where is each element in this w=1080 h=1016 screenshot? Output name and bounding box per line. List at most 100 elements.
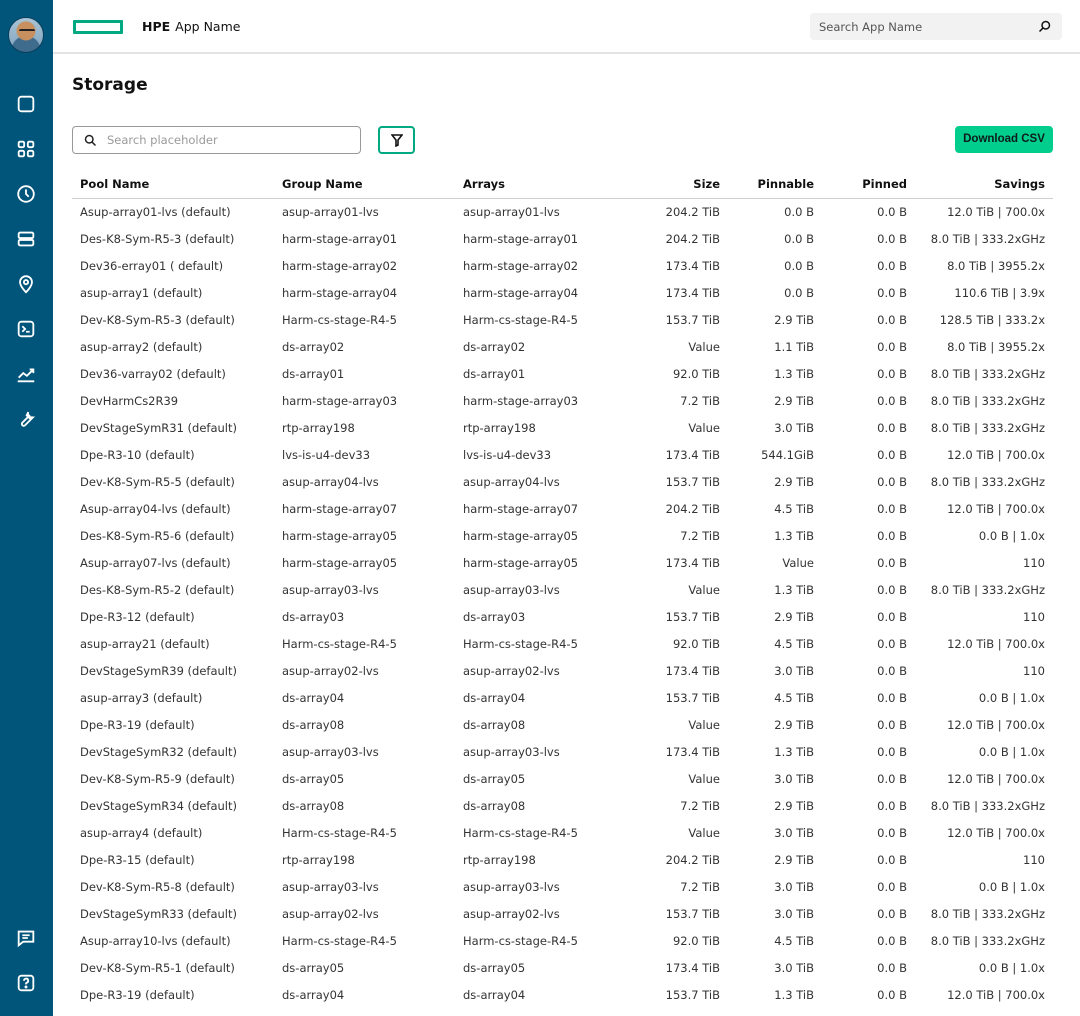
pool-name-cell: DevStageSymR31 (default) bbox=[80, 420, 237, 435]
size-cell: 153.7 TiB bbox=[665, 609, 720, 624]
pinnable-cell: 1.3 TiB bbox=[774, 528, 814, 543]
table-row[interactable]: Dpe-R3-19 (default) ds-array08 ds-array08 V… bbox=[72, 711, 1053, 738]
size-cell: Value bbox=[688, 771, 720, 786]
table-row[interactable]: Des-K8-Sym-R5-3 (default) harm-stage-arra… bbox=[72, 225, 1053, 252]
pool-name-cell: Dpe-R3-12 (default) bbox=[80, 609, 195, 624]
pinned-cell: 0.0 B bbox=[877, 501, 907, 516]
savings-cell: 8.0 TiB | 333.2xGHz bbox=[930, 231, 1045, 246]
size-cell: 7.2 TiB bbox=[680, 879, 720, 894]
square-icon[interactable] bbox=[15, 93, 37, 115]
table-row[interactable]: Asup-array04-lvs (default) harm-stage-arr… bbox=[72, 495, 1053, 522]
app-search-field[interactable]: Search App Name bbox=[810, 13, 1062, 40]
table-row[interactable]: Dpe-R3-12 (default) ds-array03 ds-array03 1… bbox=[72, 603, 1053, 630]
table-row[interactable]: Dev-K8-Sym-R5-3 (default) Harm-cs-stage-R… bbox=[72, 306, 1053, 333]
pool-name-cell: DevHarmCs2R39 bbox=[80, 393, 179, 408]
size-cell: 173.4 TiB bbox=[665, 744, 720, 759]
download-csv-button[interactable]: Download CSV bbox=[955, 126, 1053, 153]
help-icon[interactable] bbox=[15, 972, 37, 994]
filter-button[interactable] bbox=[378, 126, 415, 154]
filter-icon bbox=[391, 134, 403, 147]
table-row[interactable]: asup-array4 (default) Harm-cs-stage-R4-5 H… bbox=[72, 819, 1053, 846]
chat-icon[interactable] bbox=[15, 927, 37, 949]
group-name-cell: harm-stage-array02 bbox=[282, 258, 398, 273]
savings-cell: 8.0 TiB | 333.2xGHz bbox=[930, 420, 1045, 435]
table-row[interactable]: Asup-array07-lvs (default) harm-stage-arr… bbox=[72, 549, 1053, 576]
group-name-cell: rtp-array198 bbox=[282, 852, 355, 867]
table-row[interactable]: Dev36-erray01 ( default) harm-stage-array… bbox=[72, 252, 1053, 279]
table-row[interactable]: DevHarmCs2R39 harm-stage-array03 harm-stag… bbox=[72, 387, 1053, 414]
table-row[interactable]: Dpe-R3-10 (default) lvs-is-u4-dev33 lvs-is… bbox=[72, 441, 1053, 468]
savings-cell: 8.0 TiB | 333.2xGHz bbox=[930, 393, 1045, 408]
size-cell: 153.7 TiB bbox=[665, 474, 720, 489]
table-row[interactable]: Dpe-R3-19 (default) ds-array04 ds-array04 1… bbox=[72, 981, 1053, 1008]
size-cell: 204.2 TiB bbox=[665, 852, 720, 867]
column-header-size[interactable]: Size bbox=[635, 171, 728, 199]
table-row[interactable]: DevStageSymR32 (default) asup-array03-lvs… bbox=[72, 738, 1053, 765]
column-header-pinnable[interactable]: Pinnable bbox=[728, 171, 822, 199]
pool-name-cell: asup-array3 (default) bbox=[80, 690, 203, 705]
pinnable-cell: 4.5 TiB bbox=[774, 501, 814, 516]
table-row[interactable]: Dev-K8-Sym-R5-1 (default) ds-array05 ds-ar… bbox=[72, 954, 1053, 981]
group-name-cell: asup-array03-lvs bbox=[282, 879, 379, 894]
savings-cell: 8.0 TiB | 333.2xGHz bbox=[930, 474, 1045, 489]
group-name-cell: ds-array05 bbox=[282, 771, 345, 786]
table-row[interactable]: Dev36-varray02 (default) ds-array01 ds-arr… bbox=[72, 360, 1053, 387]
column-header-savings[interactable]: Savings bbox=[915, 171, 1053, 199]
table-row[interactable]: Des-K8-Sym-R5-6 (default) harm-stage-arra… bbox=[72, 522, 1053, 549]
table-row[interactable]: Des-K8-Sym-R5-2 (default) asup-array03-lv… bbox=[72, 576, 1053, 603]
group-name-cell: ds-array03 bbox=[282, 609, 345, 624]
hpe-logo[interactable] bbox=[73, 20, 123, 34]
pinned-cell: 0.0 B bbox=[877, 933, 907, 948]
pinnable-cell: 3.0 TiB bbox=[774, 663, 814, 678]
arrays-cell: asup-array02-lvs bbox=[463, 663, 560, 678]
table-row[interactable]: Asup-array10-lvs (default) Harm-cs-stage-… bbox=[72, 927, 1053, 954]
group-name-cell: harm-stage-array05 bbox=[282, 528, 398, 543]
column-header-arrays[interactable]: Arrays bbox=[455, 171, 635, 199]
table-row[interactable]: DevStageSymR31 (default) rtp-array198 rtp-… bbox=[72, 414, 1053, 441]
table-row[interactable]: asup-array21 (default) Harm-cs-stage-R4-5… bbox=[72, 630, 1053, 657]
arrays-cell: Harm-cs-stage-R4-5 bbox=[463, 312, 578, 327]
table-row[interactable]: DevStageSymR39 (default) asup-array02-lvs… bbox=[72, 657, 1053, 684]
terminal-icon[interactable] bbox=[15, 318, 37, 340]
apps-grid-icon[interactable] bbox=[15, 138, 37, 160]
column-header-group-name[interactable]: Group Name bbox=[274, 171, 455, 199]
group-name-cell: harm-stage-array07 bbox=[282, 501, 398, 516]
storage-icon[interactable] bbox=[15, 228, 37, 250]
table-row[interactable]: Asup-array01-lvs (default) asup-array01-l… bbox=[72, 198, 1053, 225]
search-input[interactable] bbox=[107, 131, 347, 149]
search-icon[interactable] bbox=[1037, 19, 1052, 34]
savings-cell: 12.0 TiB | 700.0x bbox=[947, 987, 1045, 1002]
pinned-cell: 0.0 B bbox=[877, 960, 907, 975]
savings-cell: 0.0 B | 1.0x bbox=[978, 690, 1045, 705]
arrays-cell: asup-array04-lvs bbox=[463, 474, 560, 489]
wrench-icon[interactable] bbox=[15, 408, 37, 430]
pinned-cell: 0.0 B bbox=[877, 609, 907, 624]
column-header-pinned[interactable]: Pinned bbox=[822, 171, 915, 199]
pool-name-cell: Des-K8-Sym-R5-6 (default) bbox=[80, 528, 235, 543]
table-row[interactable]: asup-array2 (default) ds-array02 ds-array0… bbox=[72, 333, 1053, 360]
table-row[interactable]: Dpe-R3-15 (default) rtp-array198 rtp-array… bbox=[72, 846, 1053, 873]
app-title[interactable]: HPE App Name bbox=[142, 19, 240, 34]
savings-cell: 128.5 TiB | 333.2x bbox=[939, 312, 1045, 327]
table-row[interactable]: Dev-K8-Sym-R5-8 (default) asup-array03-lv… bbox=[72, 873, 1053, 900]
clock-icon[interactable] bbox=[15, 183, 37, 205]
size-cell: 153.7 TiB bbox=[665, 690, 720, 705]
group-name-cell: harm-stage-array03 bbox=[282, 393, 398, 408]
size-cell: 92.0 TiB bbox=[672, 933, 720, 948]
pool-name-cell: asup-array4 (default) bbox=[80, 825, 203, 840]
table-row[interactable]: Dev-K8-Sym-R5-5 (default) asup-array04-lv… bbox=[72, 468, 1053, 495]
table-row[interactable]: Dev-K8-Sym-R5-9 (default) ds-array05 ds-ar… bbox=[72, 765, 1053, 792]
chart-line-icon[interactable] bbox=[15, 363, 37, 385]
table-row[interactable]: DevStageSymR34 (default) ds-array08 ds-arr… bbox=[72, 792, 1053, 819]
table-row[interactable]: DevStageSymR33 (default) asup-array02-lvs… bbox=[72, 900, 1053, 927]
size-cell: 153.7 TiB bbox=[665, 906, 720, 921]
location-icon[interactable] bbox=[15, 273, 37, 295]
table-row[interactable]: asup-array3 (default) ds-array04 ds-array0… bbox=[72, 684, 1053, 711]
column-header-pool-name[interactable]: Pool Name bbox=[72, 171, 274, 199]
pinnable-cell: 1.3 TiB bbox=[774, 987, 814, 1002]
arrays-cell: asup-array03-lvs bbox=[463, 744, 560, 759]
pinned-cell: 0.0 B bbox=[877, 528, 907, 543]
table-search-field[interactable] bbox=[72, 126, 361, 154]
avatar[interactable] bbox=[8, 17, 44, 53]
table-row[interactable]: asup-array1 (default) harm-stage-array04 h… bbox=[72, 279, 1053, 306]
